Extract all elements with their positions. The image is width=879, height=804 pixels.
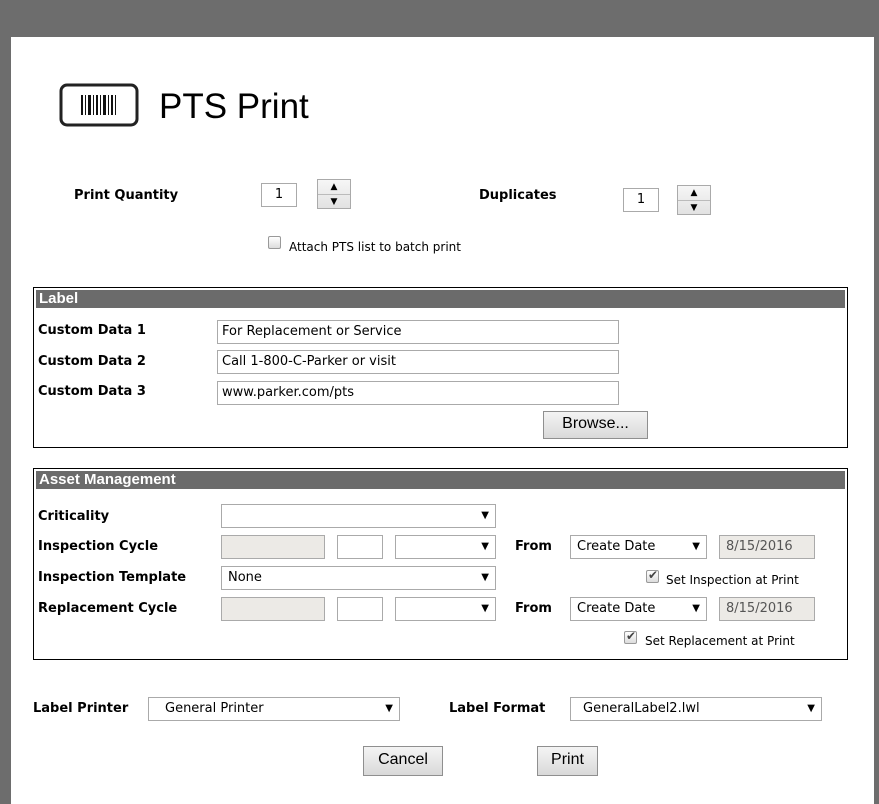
inspection-template-select[interactable]: None ▼ bbox=[221, 566, 496, 590]
inspection-cycle-field bbox=[221, 535, 325, 559]
replacement-cycle-label: Replacement Cycle bbox=[38, 601, 178, 616]
inspection-cycle-number[interactable] bbox=[337, 535, 383, 559]
barcode-icon bbox=[59, 83, 139, 127]
set-inspection-checkbox[interactable] bbox=[646, 568, 659, 583]
label-printer-value: General Printer bbox=[165, 701, 264, 716]
cancel-button[interactable]: Cancel bbox=[363, 746, 443, 776]
custom-data-2-label: Custom Data 2 bbox=[38, 354, 146, 369]
dropdown-arrow-icon: ▼ bbox=[692, 541, 700, 552]
page-title: PTS Print bbox=[159, 87, 309, 126]
asset-management-header: Asset Management bbox=[36, 471, 845, 489]
custom-data-1-label: Custom Data 1 bbox=[38, 323, 146, 338]
attach-pts-checkbox[interactable] bbox=[268, 236, 281, 249]
custom-data-1-field[interactable]: For Replacement or Service bbox=[217, 320, 619, 344]
inspection-from-value: Create Date bbox=[577, 539, 656, 554]
browse-button[interactable]: Browse... bbox=[543, 411, 648, 439]
duplicates-label: Duplicates bbox=[479, 188, 557, 203]
print-quantity-input[interactable]: 1 bbox=[261, 183, 297, 207]
criticality-label: Criticality bbox=[38, 509, 110, 524]
custom-data-2-field[interactable]: Call 1-800-C-Parker or visit bbox=[217, 350, 619, 374]
inspection-cycle-label: Inspection Cycle bbox=[38, 539, 159, 554]
label-printer-select[interactable]: General Printer ▼ bbox=[148, 697, 400, 721]
label-format-label: Label Format bbox=[449, 701, 546, 716]
pts-print-dialog: PTS Print Print Quantity 1 ▲ ▼ Duplicate… bbox=[11, 37, 874, 804]
replacement-cycle-unit-select[interactable]: ▼ bbox=[395, 597, 496, 621]
custom-data-3-field[interactable]: www.parker.com/pts bbox=[217, 381, 619, 405]
dropdown-arrow-icon: ▼ bbox=[692, 603, 700, 614]
stepper-up-icon[interactable]: ▲ bbox=[318, 180, 350, 195]
replacement-from-label: From bbox=[515, 601, 552, 616]
set-replacement-checkbox[interactable] bbox=[624, 629, 637, 644]
label-format-select[interactable]: GeneralLabel2.lwl ▼ bbox=[570, 697, 822, 721]
label-section-header: Label bbox=[36, 290, 845, 308]
dropdown-arrow-icon: ▼ bbox=[481, 541, 489, 552]
set-replacement-label: Set Replacement at Print bbox=[645, 634, 795, 648]
criticality-select[interactable]: ▼ bbox=[221, 504, 496, 528]
label-section: Label Custom Data 1 For Replacement or S… bbox=[33, 287, 848, 448]
replacement-from-value: Create Date bbox=[577, 601, 656, 616]
dropdown-arrow-icon: ▼ bbox=[807, 703, 815, 714]
dropdown-arrow-icon: ▼ bbox=[385, 703, 393, 714]
inspection-cycle-unit-select[interactable]: ▼ bbox=[395, 535, 496, 559]
label-format-value: GeneralLabel2.lwl bbox=[583, 701, 700, 716]
inspection-template-value: None bbox=[228, 570, 262, 585]
inspection-date-field: 8/15/2016 bbox=[719, 535, 815, 559]
dropdown-arrow-icon: ▼ bbox=[481, 510, 489, 521]
dropdown-arrow-icon: ▼ bbox=[481, 572, 489, 583]
label-printer-label: Label Printer bbox=[33, 701, 129, 716]
print-button[interactable]: Print bbox=[537, 746, 598, 776]
dropdown-arrow-icon: ▼ bbox=[481, 603, 489, 614]
set-inspection-label: Set Inspection at Print bbox=[666, 573, 799, 587]
inspection-from-label: From bbox=[515, 539, 552, 554]
print-quantity-label: Print Quantity bbox=[74, 188, 179, 203]
inspection-template-label: Inspection Template bbox=[38, 570, 187, 585]
attach-pts-label: Attach PTS list to batch print bbox=[289, 240, 461, 254]
duplicates-input[interactable]: 1 bbox=[623, 188, 659, 212]
stepper-down-icon[interactable]: ▼ bbox=[678, 201, 710, 215]
replacement-date-field: 8/15/2016 bbox=[719, 597, 815, 621]
asset-management-section: Asset Management Criticality ▼ Inspectio… bbox=[33, 468, 848, 660]
replacement-cycle-field bbox=[221, 597, 325, 621]
replacement-from-select[interactable]: Create Date ▼ bbox=[570, 597, 707, 621]
stepper-down-icon[interactable]: ▼ bbox=[318, 195, 350, 209]
stepper-up-icon[interactable]: ▲ bbox=[678, 186, 710, 201]
duplicates-stepper[interactable]: ▲ ▼ bbox=[677, 185, 711, 215]
replacement-cycle-number[interactable] bbox=[337, 597, 383, 621]
custom-data-3-label: Custom Data 3 bbox=[38, 384, 146, 399]
inspection-from-select[interactable]: Create Date ▼ bbox=[570, 535, 707, 559]
print-quantity-stepper[interactable]: ▲ ▼ bbox=[317, 179, 351, 209]
